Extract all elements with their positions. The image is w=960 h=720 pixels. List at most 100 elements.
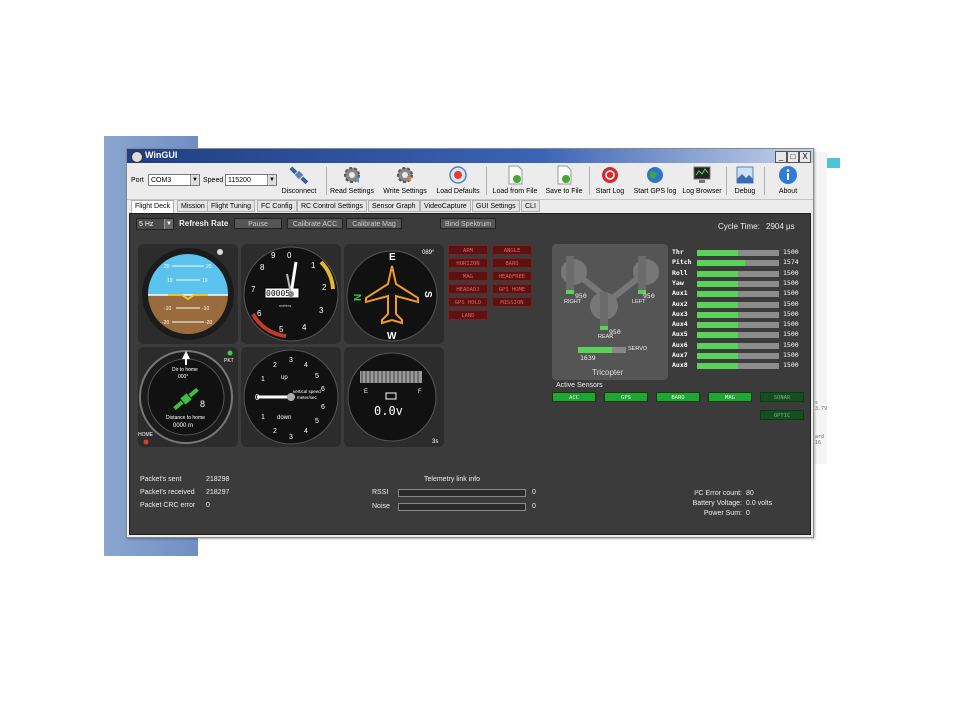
attitude-tick: -20 bbox=[162, 320, 169, 326]
file-save-icon bbox=[557, 165, 572, 185]
maximize-button[interactable]: □ bbox=[787, 151, 799, 163]
bind-spektrum-button[interactable]: Bind Spektrum bbox=[440, 218, 496, 229]
attitude-tick: -20 bbox=[205, 320, 212, 326]
attitude-tick: 10 bbox=[202, 278, 208, 284]
i2c-error-label: I²C Error count: bbox=[694, 490, 742, 497]
mode-mission: MISSION bbox=[492, 297, 532, 307]
debug-button[interactable]: Debug bbox=[729, 165, 761, 195]
background-window-edge: s 3.79 ard 16 bbox=[812, 152, 827, 464]
distance-to-home-value: 0000 m bbox=[173, 423, 193, 429]
refresh-rate-label: Refresh Rate bbox=[179, 219, 229, 228]
tricopter-diagram bbox=[561, 256, 659, 330]
rc-channel-value: 1574 bbox=[783, 258, 799, 267]
rc-channel-bar bbox=[697, 250, 779, 256]
write-settings-button[interactable]: Write Settings bbox=[379, 165, 431, 195]
chevron-down-icon: ▼ bbox=[267, 175, 276, 185]
packets-received-label: Packet's received bbox=[140, 489, 195, 496]
sensor-acc: ACC bbox=[552, 392, 596, 402]
sensor-optic: OPTIC bbox=[760, 410, 804, 420]
servo-bar-fill bbox=[578, 347, 612, 353]
sensor-gps: GPS bbox=[604, 392, 648, 402]
rc-channel-bar bbox=[697, 342, 779, 349]
save-to-file-button[interactable]: Save to File bbox=[542, 165, 586, 195]
load-defaults-button[interactable]: Load Defaults bbox=[432, 165, 484, 195]
tab-cli[interactable]: CLI bbox=[521, 200, 540, 212]
rc-channel-bar bbox=[697, 291, 779, 298]
mode-headfree: HEADFREE bbox=[492, 271, 532, 281]
read-settings-label: Read Settings bbox=[330, 188, 374, 195]
rc-channel-name: Aux7 bbox=[672, 351, 688, 359]
write-settings-label: Write Settings bbox=[383, 188, 427, 195]
port-value: COM3 bbox=[151, 177, 172, 184]
side-note-a: s 3.79 bbox=[815, 400, 828, 412]
record-icon bbox=[602, 167, 618, 183]
file-load-icon bbox=[508, 165, 523, 185]
defaults-icon bbox=[449, 166, 467, 184]
about-label: About bbox=[778, 188, 798, 195]
tab-flight-deck[interactable]: Flight Deck bbox=[131, 200, 175, 213]
rc-channel-name: Aux3 bbox=[672, 309, 688, 318]
altimeter-dial: 0 1 2 3 4 5 6 7 8 9 00005 meters bbox=[243, 246, 339, 342]
read-settings-button[interactable]: Read Settings bbox=[326, 165, 378, 195]
rc-channel-fill bbox=[697, 332, 738, 339]
tab-videocapture[interactable]: VideoCapture bbox=[420, 200, 471, 212]
about-button[interactable]: About bbox=[773, 165, 803, 195]
info-icon bbox=[779, 166, 797, 184]
tab-mission[interactable]: Mission bbox=[177, 200, 209, 212]
attitude-tick: -10 bbox=[164, 306, 171, 312]
debug-label: Debug bbox=[734, 188, 756, 195]
log-browser-button[interactable]: Log Browser bbox=[680, 165, 724, 195]
refresh-rate-select[interactable]: 5 Hz ▼ bbox=[136, 218, 174, 230]
chevron-down-icon: ▼ bbox=[190, 175, 199, 185]
load-from-file-button[interactable]: Load from File bbox=[488, 165, 542, 195]
tab-fc-config[interactable]: FC Config bbox=[257, 200, 297, 212]
motor-rear-label: REAR bbox=[598, 334, 614, 340]
calibrate-acc-button[interactable]: Calibrate ACC bbox=[287, 218, 343, 229]
rc-channel-fill bbox=[697, 250, 738, 256]
disconnect-button[interactable]: Disconnect bbox=[277, 165, 321, 195]
tab-sensor-graph[interactable]: Sensor Graph bbox=[368, 200, 420, 212]
refresh-rate-value: 5 Hz bbox=[139, 221, 154, 228]
wingui-window: WinGUI _ □ X Port COM3 ▼ Speed 115200 ▼ … bbox=[126, 148, 814, 538]
vario-number: 4 bbox=[304, 428, 308, 435]
power-sum-value: 0 bbox=[746, 510, 750, 517]
tab-gui-settings[interactable]: GUI Settings bbox=[472, 200, 520, 212]
rc-channel-fill bbox=[697, 363, 738, 370]
heading-dial: 089° E N S W bbox=[346, 250, 438, 342]
speed-select[interactable]: 115200 ▼ bbox=[225, 174, 277, 186]
tab-rc-control-settings[interactable]: RC Control Settings bbox=[297, 200, 367, 212]
rc-channel-fill bbox=[697, 280, 738, 287]
heading-value: 089° bbox=[422, 250, 435, 256]
vario-number: 2 bbox=[273, 428, 277, 435]
rssi-value: 0 bbox=[532, 489, 536, 496]
start-gps-log-button[interactable]: Start GPS log bbox=[630, 165, 680, 195]
close-button[interactable]: X bbox=[799, 151, 811, 163]
battery-timer: 3s bbox=[432, 439, 438, 445]
packets-received-value: 218297 bbox=[206, 489, 230, 496]
rc-channel-row: Aux8 1500 bbox=[672, 361, 802, 371]
vario-down-label: down bbox=[277, 415, 291, 421]
window-title: WinGUI bbox=[145, 150, 178, 160]
rc-channel-value: 1500 bbox=[783, 248, 799, 256]
start-log-label: Start Log bbox=[595, 188, 625, 195]
rc-channel-value: 1500 bbox=[783, 361, 799, 370]
attitude-dial: 20 10 10 20 -10 -10 -20 -20 bbox=[142, 248, 234, 340]
rc-channel-value: 1500 bbox=[783, 320, 799, 329]
port-select[interactable]: COM3 ▼ bbox=[148, 174, 200, 186]
cycle-time-label: Cycle Time: bbox=[718, 222, 760, 231]
vario-number: 5 bbox=[315, 373, 319, 380]
altimeter-reading: 00005 bbox=[266, 289, 290, 298]
attitude-tick: 10 bbox=[167, 278, 173, 284]
start-log-button[interactable]: Start Log bbox=[591, 165, 629, 195]
altimeter-number: 9 bbox=[271, 251, 276, 260]
battery-f-label: F bbox=[418, 389, 422, 395]
minimize-button[interactable]: _ bbox=[775, 151, 787, 163]
tab-flight-tuning[interactable]: Flight Tuning bbox=[207, 200, 256, 212]
sensor-baro: BARO bbox=[656, 392, 700, 402]
telemetry-title: Telemetry link info bbox=[424, 476, 481, 483]
pause-button[interactable]: Pause bbox=[234, 218, 282, 229]
toolbar-separator bbox=[726, 167, 727, 195]
altimeter-number: 4 bbox=[302, 323, 307, 332]
calibrate-mag-button[interactable]: Calibrate Mag bbox=[346, 218, 402, 229]
rc-channel-row: Aux5 1500 bbox=[672, 330, 802, 340]
